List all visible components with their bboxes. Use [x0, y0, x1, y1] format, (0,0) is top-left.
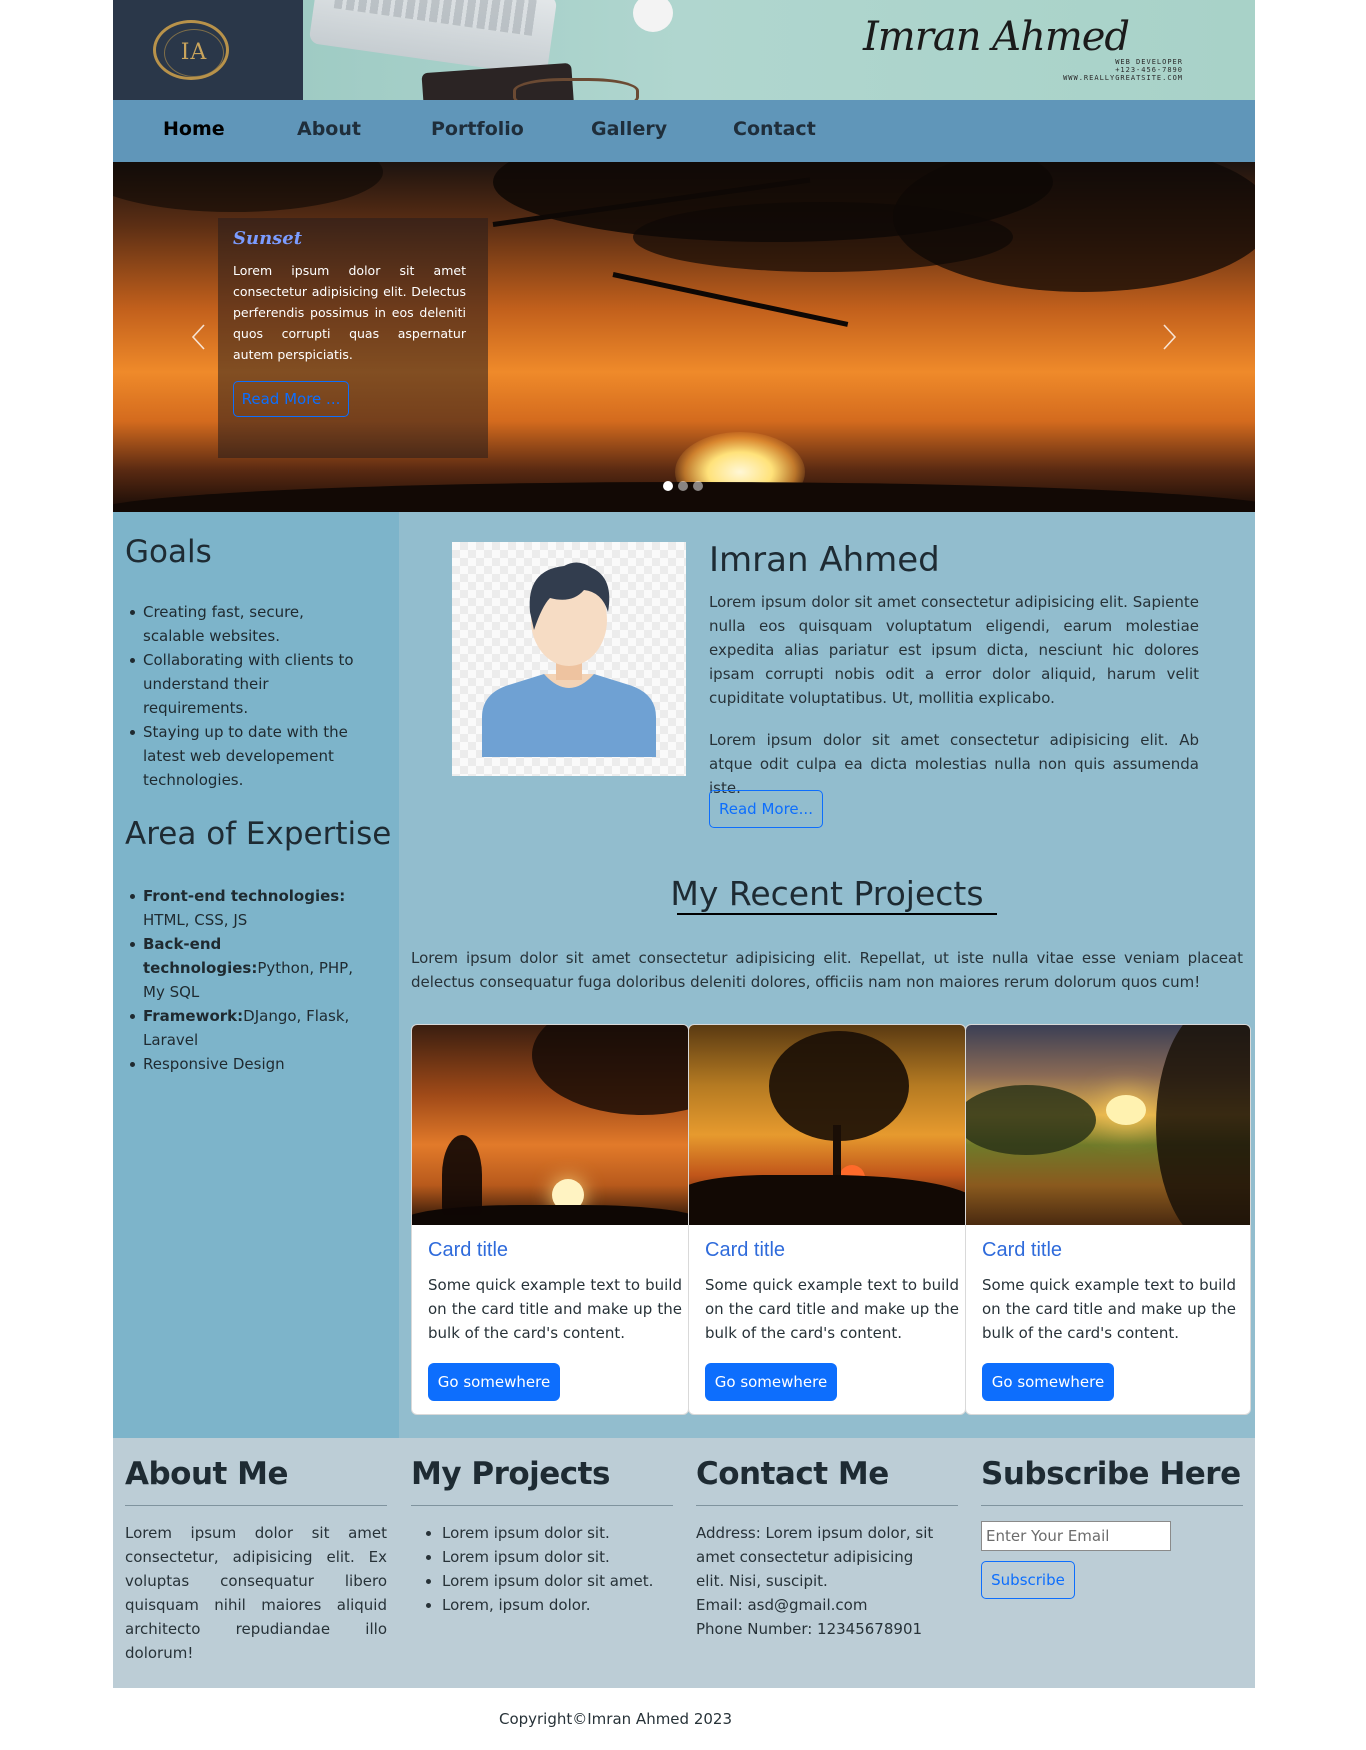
email-input[interactable] [981, 1521, 1171, 1551]
nav-home[interactable]: Home [163, 118, 225, 140]
main-content: Imran Ahmed Lorem ipsum dolor sit amet c… [399, 512, 1255, 1438]
site-footer: About Me Lorem ipsum dolor sit amet cons… [113, 1438, 1255, 1688]
main-nav: Home About Portfolio Gallery Contact [113, 100, 1255, 162]
laptop-image [308, 0, 558, 77]
card-text: Some quick example text to build on the … [982, 1276, 1236, 1342]
expertise-item: Framework:DJango, Flask, Laravel [130, 1004, 368, 1052]
chevron-left-icon[interactable] [185, 322, 215, 352]
expertise-title: Area of Expertise [125, 816, 392, 852]
footer-subscribe-title: Subscribe Here [981, 1456, 1241, 1492]
list-item: Lorem ipsum dolor sit. [442, 1545, 673, 1569]
carousel-indicator-2[interactable] [678, 481, 688, 491]
card-title: Card title [982, 1239, 1063, 1261]
goal-item: Staying up to date with the latest web d… [130, 720, 368, 792]
page-wrapper: IA Imran Ahmed WEB DEVELOPER +123-456-78… [113, 0, 1255, 1688]
project-card: Card title Some quick example text to bu… [411, 1024, 689, 1415]
goal-item: Creating fast, secure, scalable websites… [130, 600, 368, 648]
logo-ring-icon: IA [153, 20, 229, 80]
caption-title: Sunset [233, 228, 303, 249]
projects-title-underline [677, 913, 997, 915]
glasses-image [513, 78, 639, 100]
sidebar: Goals Creating fast, secure, scalable we… [113, 512, 399, 1438]
chevron-right-icon[interactable] [1153, 322, 1183, 352]
list-item: Lorem, ipsum dolor. [442, 1593, 673, 1617]
list-item: Lorem ipsum dolor sit. [442, 1521, 673, 1545]
site-header: IA Imran Ahmed WEB DEVELOPER +123-456-78… [113, 0, 1255, 100]
project-card: Card title Some quick example text to bu… [688, 1024, 966, 1415]
divider [981, 1505, 1243, 1506]
card-title: Card title [428, 1239, 509, 1261]
go-somewhere-button[interactable]: Go somewhere [982, 1363, 1114, 1401]
contact-address: Address: Lorem ipsum dolor, sit amet con… [696, 1524, 934, 1590]
carousel-indicators [663, 476, 708, 495]
profile-read-more-button[interactable]: Read More... [709, 790, 823, 828]
nav-portfolio[interactable]: Portfolio [431, 118, 524, 140]
list-item: Lorem ipsum dolor sit amet. [442, 1569, 673, 1593]
divider [411, 1505, 673, 1506]
footer-about-title: About Me [125, 1456, 289, 1492]
avatar [452, 542, 686, 776]
card-image [689, 1025, 965, 1225]
go-somewhere-button[interactable]: Go somewhere [705, 1363, 837, 1401]
signature: Imran Ahmed [863, 14, 1130, 60]
project-card: Card title Some quick example text to bu… [965, 1024, 1251, 1415]
header-banner-image: Imran Ahmed WEB DEVELOPER +123-456-7890 … [303, 0, 1255, 100]
projects-title: My Recent Projects [670, 874, 984, 913]
read-more-button[interactable]: Read More ... [233, 381, 349, 417]
signature-details: WEB DEVELOPER +123-456-7890 WWW.REALLYGR… [1063, 58, 1183, 82]
card-image [966, 1025, 1250, 1225]
card-image [412, 1025, 688, 1225]
divider [125, 1505, 387, 1506]
mouse-image [633, 0, 673, 32]
goals-list: Creating fast, secure, scalable websites… [130, 600, 368, 792]
profile-paragraph-1: Lorem ipsum dolor sit amet consectetur a… [709, 593, 1199, 707]
goals-title: Goals [125, 534, 212, 570]
divider [696, 1505, 958, 1506]
logo-letters: IA [180, 40, 208, 65]
footer-projects: My Projects Lorem ipsum dolor sit. Lorem… [411, 1456, 673, 1617]
contact-phone: Phone Number: 12345678901 [696, 1620, 923, 1638]
contact-email: Email: asd@gmail.com [696, 1596, 868, 1614]
hero-carousel: Sunset Lorem ipsum dolor sit amet consec… [113, 162, 1255, 512]
carousel-indicator-3[interactable] [693, 481, 703, 491]
card-text: Some quick example text to build on the … [705, 1276, 959, 1342]
carousel-caption: Sunset Lorem ipsum dolor sit amet consec… [218, 218, 488, 458]
expertise-list: Front-end technologies: HTML, CSS, JS Ba… [130, 884, 368, 1076]
carousel-indicator-1[interactable] [663, 481, 673, 491]
subscribe-button[interactable]: Subscribe [981, 1561, 1075, 1599]
person-icon [482, 562, 656, 757]
caption-text: Lorem ipsum dolor sit amet consectetur a… [233, 263, 466, 362]
projects-intro: Lorem ipsum dolor sit amet consectetur a… [411, 949, 1243, 991]
footer-projects-list: Lorem ipsum dolor sit. Lorem ipsum dolor… [411, 1521, 673, 1617]
footer-about: About Me Lorem ipsum dolor sit amet cons… [125, 1456, 387, 1665]
logo[interactable]: IA [113, 0, 303, 100]
expertise-item: Front-end technologies: HTML, CSS, JS [130, 884, 368, 932]
nav-about[interactable]: About [297, 118, 361, 140]
card-text: Some quick example text to build on the … [428, 1276, 682, 1342]
footer-about-text: Lorem ipsum dolor sit amet consectetur, … [125, 1524, 387, 1662]
copyright: Copyright©Imran Ahmed 2023 [498, 1710, 733, 1728]
footer-contact: Contact Me Address: Lorem ipsum dolor, s… [696, 1456, 958, 1641]
footer-projects-title: My Projects [411, 1456, 610, 1492]
go-somewhere-button[interactable]: Go somewhere [428, 1363, 560, 1401]
footer-subscribe: Subscribe Here Subscribe [981, 1456, 1243, 1599]
expertise-item: Responsive Design [130, 1052, 368, 1076]
nav-contact[interactable]: Contact [733, 118, 816, 140]
card-title: Card title [705, 1239, 786, 1261]
footer-contact-title: Contact Me [696, 1456, 889, 1492]
nav-gallery[interactable]: Gallery [591, 118, 667, 140]
profile-name: Imran Ahmed [709, 540, 940, 580]
expertise-item: Back-end technologies:Python, PHP, My SQ… [130, 932, 368, 1004]
goal-item: Collaborating with clients to understand… [130, 648, 368, 720]
